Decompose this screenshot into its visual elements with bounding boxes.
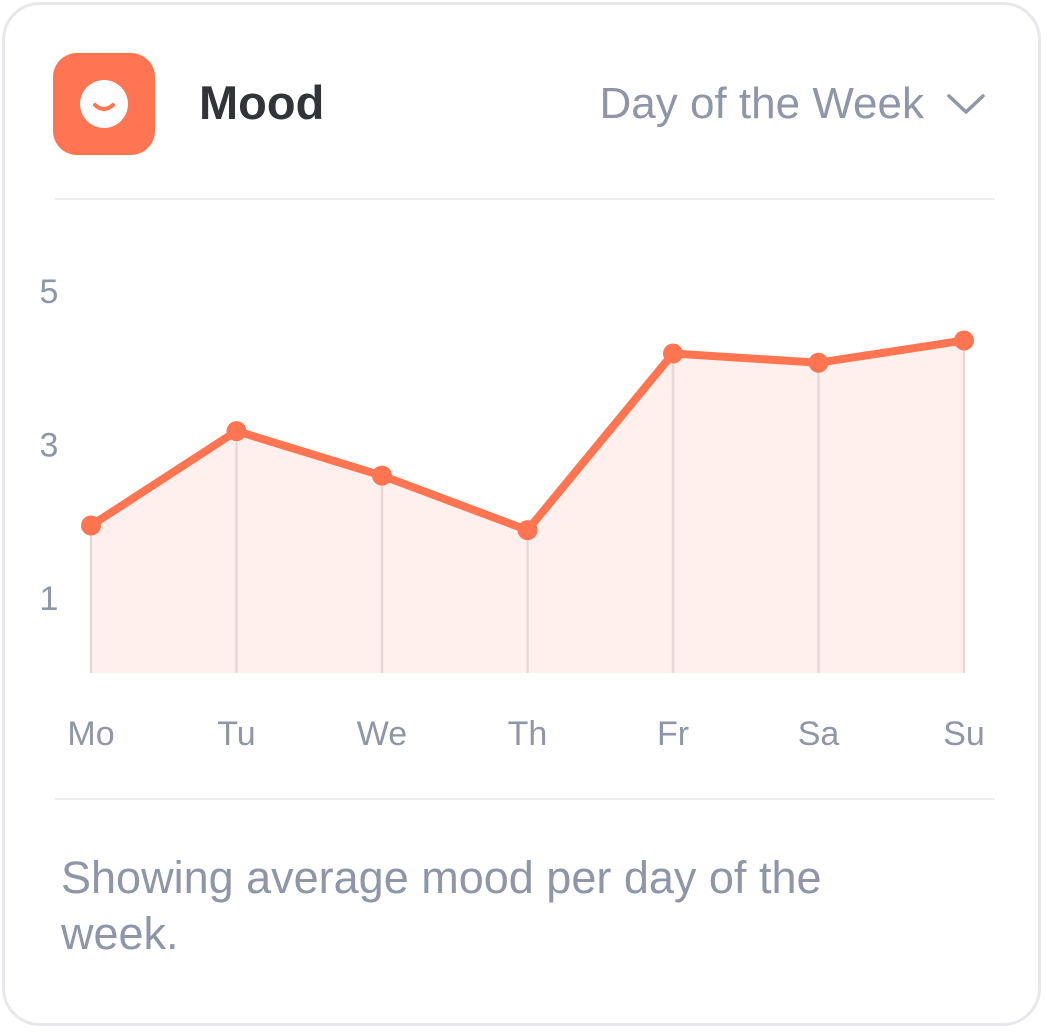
data-point-we — [372, 465, 392, 486]
period-dropdown[interactable]: Day of the Week — [600, 82, 986, 126]
x-tick-label-su: Su — [943, 715, 985, 753]
data-point-fr — [663, 343, 683, 364]
y-tick-label-5: 5 — [40, 273, 59, 311]
chart-description: Showing average mood per day of the week… — [61, 852, 822, 959]
y-tick-label-1: 1 — [40, 580, 59, 618]
footer-divider — [55, 798, 995, 800]
mood-widget-card: Mood Day of the Week 5 3 1 Mo Tu We Th Fr Sa Su S… — [2, 2, 1041, 1026]
x-tick-label-th: Th — [508, 715, 548, 753]
y-tick-label-3: 3 — [40, 427, 59, 465]
x-tick-label-we: We — [357, 715, 407, 753]
dropdown-selected-label: Day of the Week — [599, 79, 924, 128]
widget-title: Mood — [199, 76, 325, 129]
x-tick-label-tu: Tu — [217, 715, 255, 753]
x-tick-label-mo: Mo — [67, 715, 114, 753]
chevron-down-icon — [947, 94, 985, 114]
data-point-sa — [808, 352, 829, 373]
data-point-th — [517, 520, 538, 541]
data-point-mo — [81, 515, 101, 536]
smiley-face-icon — [53, 53, 155, 155]
x-tick-label-sa: Sa — [798, 715, 840, 753]
data-point-su — [954, 330, 974, 351]
header-divider — [55, 198, 995, 200]
mood-chart: 5 3 1 Mo Tu We Th Fr Sa Su — [40, 273, 985, 753]
x-tick-label-fr: Fr — [657, 715, 689, 753]
data-point-tu — [226, 421, 247, 442]
